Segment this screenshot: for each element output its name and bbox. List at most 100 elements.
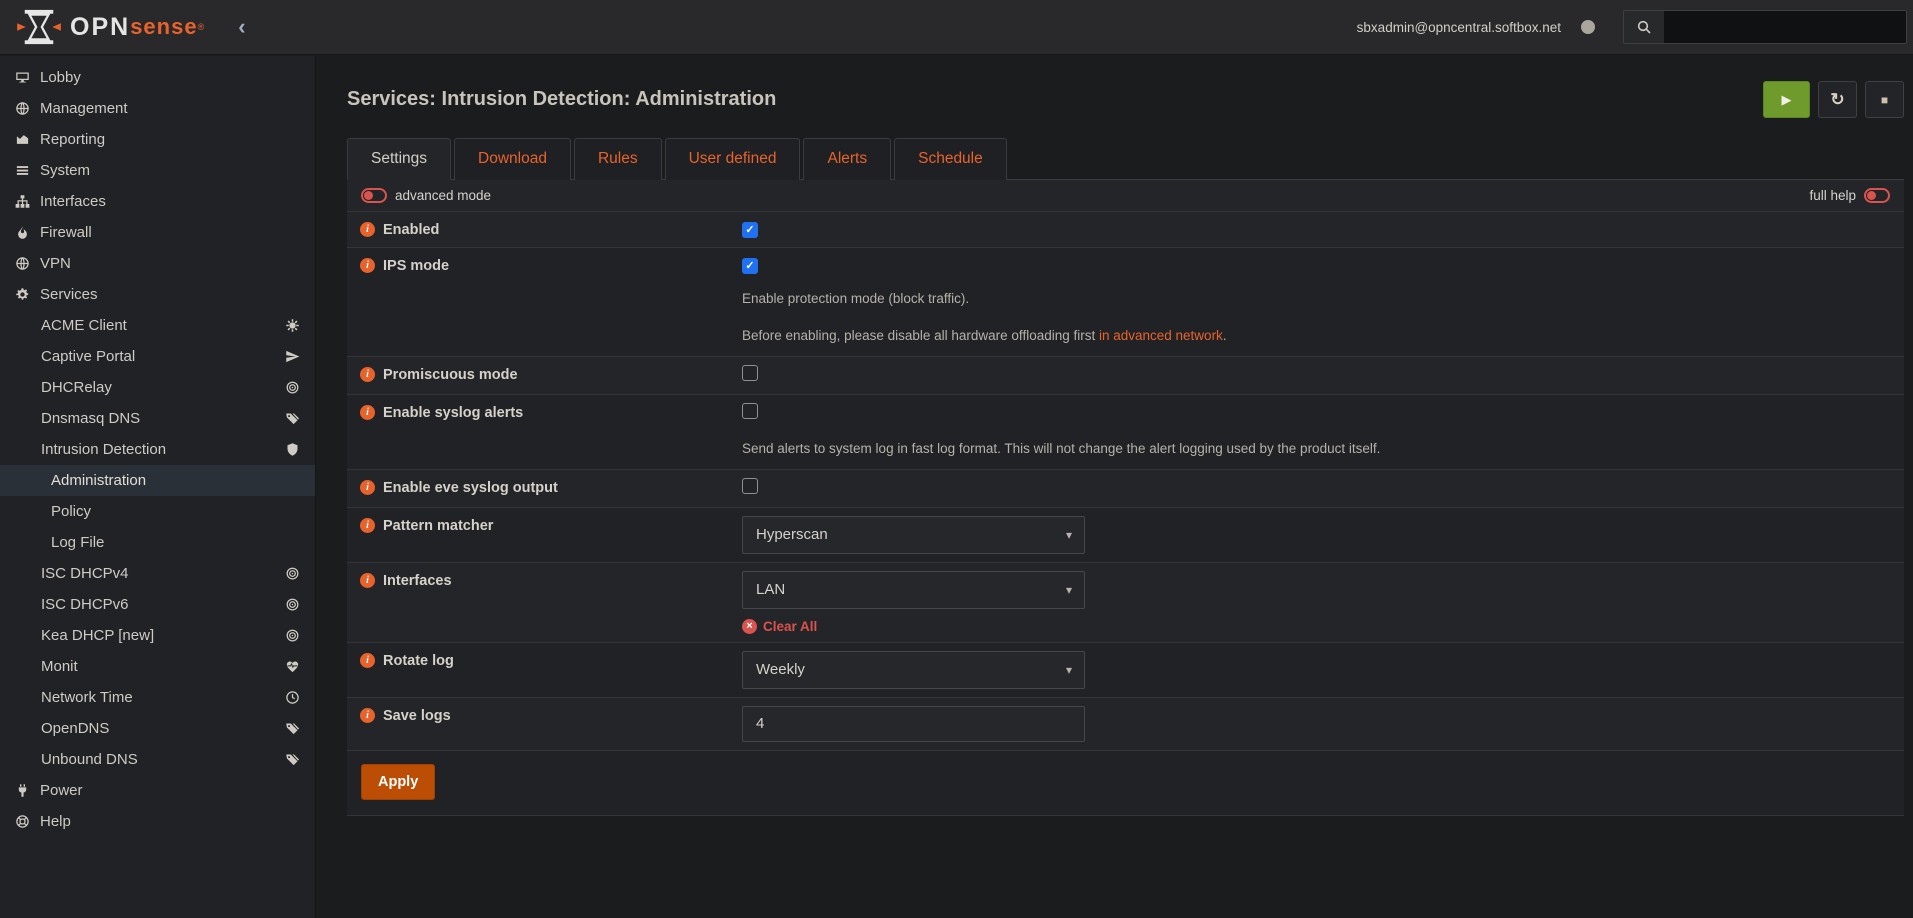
fire-icon <box>10 225 34 241</box>
stop-service-button[interactable]: ■ <box>1865 81 1904 118</box>
globe-icon <box>10 256 34 272</box>
global-search <box>1623 10 1907 44</box>
full-help-toggle-icon[interactable] <box>1864 188 1890 203</box>
rotate-log-select[interactable]: Weekly▾ <box>742 651 1085 689</box>
sidebar-item-isc-dhcpv4[interactable]: ISC DHCPv4 <box>0 558 315 589</box>
sidebar-item-firewall[interactable]: Firewall <box>0 217 315 248</box>
info-icon[interactable]: i <box>360 367 375 382</box>
heartbeat-icon <box>285 659 301 675</box>
bullseye-icon <box>285 380 301 396</box>
tab-user-defined[interactable]: User defined <box>665 138 801 180</box>
opnsense-logo[interactable]: OPNsense® <box>0 8 204 46</box>
info-icon[interactable]: i <box>360 258 375 273</box>
info-icon[interactable]: i <box>360 480 375 495</box>
enable-syslog-alerts-checkbox[interactable] <box>742 403 758 419</box>
user-status-dot <box>1581 20 1595 34</box>
start-service-button[interactable]: ▶ <box>1763 81 1810 118</box>
tab-download[interactable]: Download <box>454 138 571 180</box>
sidebar-item-vpn[interactable]: VPN <box>0 248 315 279</box>
ips-mode-checkbox[interactable]: ✓ <box>742 258 758 274</box>
sidebar-item-reporting[interactable]: Reporting <box>0 124 315 155</box>
info-icon[interactable]: i <box>360 222 375 237</box>
form-row-pattern-matcher: i Pattern matcher Hyperscan▾ <box>347 508 1904 563</box>
search-input[interactable] <box>1664 11 1906 43</box>
chevron-down-icon: ▾ <box>1066 528 1072 542</box>
form-row-interfaces: i Interfaces LAN▾ ×Clear All <box>347 563 1904 643</box>
gear-icon <box>10 287 34 303</box>
sidebar-item-interfaces[interactable]: Interfaces <box>0 186 315 217</box>
page-title: Services: Intrusion Detection: Administr… <box>347 88 776 111</box>
tags-icon <box>285 752 301 768</box>
info-icon[interactable]: i <box>360 518 375 533</box>
field-label: Pattern matcher <box>383 517 493 534</box>
info-icon[interactable]: i <box>360 708 375 723</box>
apply-button[interactable]: Apply <box>361 764 435 800</box>
field-label: Enable eve syslog output <box>383 479 558 496</box>
tab-alerts[interactable]: Alerts <box>803 138 891 180</box>
advanced-network-link[interactable]: in advanced network <box>1099 328 1223 343</box>
field-label: Enabled <box>383 221 439 238</box>
search-icon <box>1624 11 1664 43</box>
sidebar-item-log-file[interactable]: Log File <box>0 527 315 558</box>
field-label: Rotate log <box>383 652 454 669</box>
sidebar-item-system[interactable]: System <box>0 155 315 186</box>
form-row-promiscuous-mode: iPromiscuous mode <box>347 357 1904 395</box>
field-label: Enable syslog alerts <box>383 404 523 421</box>
advanced-mode-toggle-icon[interactable] <box>361 188 387 203</box>
sidebar-item-network-time[interactable]: Network Time <box>0 682 315 713</box>
sidebar: Lobby Management Reporting System Interf… <box>0 56 316 918</box>
sidebar-item-opendns[interactable]: OpenDNS <box>0 713 315 744</box>
refresh-icon: ↻ <box>1830 90 1844 110</box>
clock-icon <box>285 690 301 706</box>
area-chart-icon <box>10 132 34 148</box>
sidebar-item-unbound-dns[interactable]: Unbound DNS <box>0 744 315 775</box>
form-row-enabled: i Enabled ✓ <box>347 212 1904 248</box>
tab-rules[interactable]: Rules <box>574 138 662 180</box>
info-icon[interactable]: i <box>360 405 375 420</box>
form-row-apply: Apply <box>347 751 1904 816</box>
sidebar-item-isc-dhcpv6[interactable]: ISC DHCPv6 <box>0 589 315 620</box>
sidebar-item-acme-client[interactable]: ACME Client <box>0 310 315 341</box>
bullseye-icon <box>285 628 301 644</box>
restart-service-button[interactable]: ↻ <box>1818 81 1857 118</box>
info-icon[interactable]: i <box>360 653 375 668</box>
sidebar-item-monit[interactable]: Monit <box>0 651 315 682</box>
interfaces-select[interactable]: LAN▾ <box>742 571 1085 609</box>
sidebar-item-power[interactable]: Power <box>0 775 315 806</box>
sidebar-item-services[interactable]: Services <box>0 279 315 310</box>
field-label: Save logs <box>383 707 451 724</box>
sidebar-item-policy[interactable]: Policy <box>0 496 315 527</box>
tags-icon <box>285 721 301 737</box>
pattern-matcher-select[interactable]: Hyperscan▾ <box>742 516 1085 554</box>
sitemap-icon <box>10 194 34 210</box>
info-icon[interactable]: i <box>360 573 375 588</box>
sidebar-item-intrusion-detection[interactable]: Intrusion Detection <box>0 434 315 465</box>
sidebar-item-captive-portal[interactable]: Captive Portal <box>0 341 315 372</box>
advanced-mode-label: advanced mode <box>395 188 491 203</box>
life-ring-icon <box>10 814 34 830</box>
user-email[interactable]: sbxadmin@opncentral.softbox.net <box>1357 20 1561 35</box>
sidebar-item-administration[interactable]: Administration <box>0 465 315 496</box>
tab-bar: Settings Download Rules User defined Ale… <box>347 138 1904 180</box>
save-logs-input[interactable] <box>742 706 1085 742</box>
sidebar-item-dhcrelay[interactable]: DHCRelay <box>0 372 315 403</box>
clear-all-button[interactable]: ×Clear All <box>742 619 1894 634</box>
form-row-rotate-log: i Rotate log Weekly▾ <box>347 643 1904 698</box>
help-text: Send alerts to system log in fast log fo… <box>742 438 1462 461</box>
globe-icon <box>10 101 34 117</box>
sidebar-collapse-chevron-left-icon[interactable]: ‹ <box>238 14 245 40</box>
enabled-checkbox[interactable]: ✓ <box>742 222 758 238</box>
sidebar-item-dnsmasq-dns[interactable]: Dnsmasq DNS <box>0 403 315 434</box>
stop-icon: ■ <box>1881 93 1888 107</box>
sidebar-item-management[interactable]: Management <box>0 93 315 124</box>
sidebar-item-kea-dhcp[interactable]: Kea DHCP [new] <box>0 620 315 651</box>
sidebar-item-lobby[interactable]: Lobby <box>0 62 315 93</box>
list-icon <box>10 163 34 179</box>
sidebar-item-help[interactable]: Help <box>0 806 315 837</box>
bullseye-icon <box>285 566 301 582</box>
field-label: Interfaces <box>383 572 452 589</box>
tab-settings[interactable]: Settings <box>347 138 451 180</box>
enable-eve-syslog-output-checkbox[interactable] <box>742 478 758 494</box>
promiscuous-mode-checkbox[interactable] <box>742 365 758 381</box>
tab-schedule[interactable]: Schedule <box>894 138 1007 180</box>
